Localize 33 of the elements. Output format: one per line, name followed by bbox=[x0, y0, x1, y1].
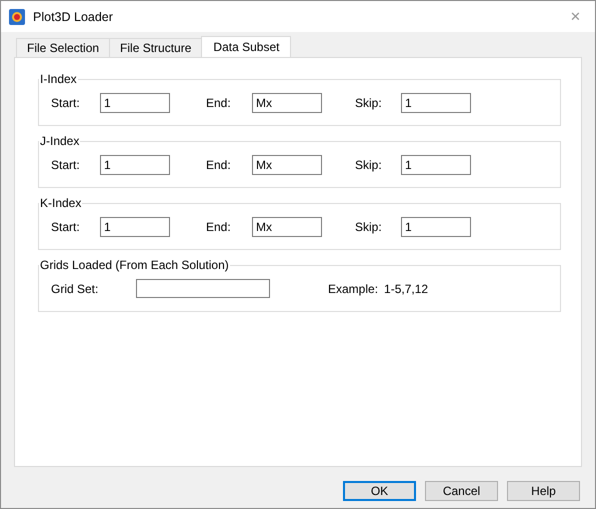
input-field[interactable] bbox=[136, 279, 270, 298]
input-field[interactable]: 1 bbox=[100, 93, 170, 113]
app-icon bbox=[9, 8, 25, 24]
input-field[interactable]: Mx bbox=[252, 217, 322, 237]
group-title: J-Index bbox=[39, 134, 80, 148]
field-label: Grid Set: bbox=[51, 282, 100, 296]
field-label: End: bbox=[206, 158, 232, 172]
input-field[interactable]: 1 bbox=[100, 155, 170, 175]
field-label: Skip: bbox=[355, 96, 383, 110]
field-label: End: bbox=[206, 220, 232, 234]
dialog-button[interactable]: OK bbox=[343, 481, 416, 501]
example-label: Example: bbox=[328, 282, 378, 296]
window-title: Plot3D Loader bbox=[33, 10, 114, 24]
group-title: I-Index bbox=[39, 72, 78, 86]
input-field[interactable]: Mx bbox=[252, 155, 322, 175]
group-title: Grids Loaded (From Each Solution) bbox=[39, 258, 230, 272]
group-title: K-Index bbox=[39, 196, 82, 210]
input-field[interactable]: Mx bbox=[252, 93, 322, 113]
input-field[interactable]: 1 bbox=[401, 93, 471, 113]
field-label: Start: bbox=[51, 220, 81, 234]
example-text: 1-5,7,12 bbox=[384, 282, 428, 296]
field-label: Start: bbox=[51, 96, 81, 110]
field-label: Skip: bbox=[355, 220, 383, 234]
dialog-button[interactable]: Help bbox=[507, 481, 580, 501]
tab[interactable]: File Selection bbox=[16, 38, 110, 57]
input-field[interactable]: 1 bbox=[401, 155, 471, 175]
input-field[interactable]: 1 bbox=[401, 217, 471, 237]
field-label: Skip: bbox=[355, 158, 383, 172]
tab[interactable]: Data Subset bbox=[201, 36, 292, 57]
input-field[interactable]: 1 bbox=[100, 217, 170, 237]
dialog-button[interactable]: Cancel bbox=[425, 481, 498, 501]
field-label: End: bbox=[206, 96, 232, 110]
field-label: Start: bbox=[51, 158, 81, 172]
